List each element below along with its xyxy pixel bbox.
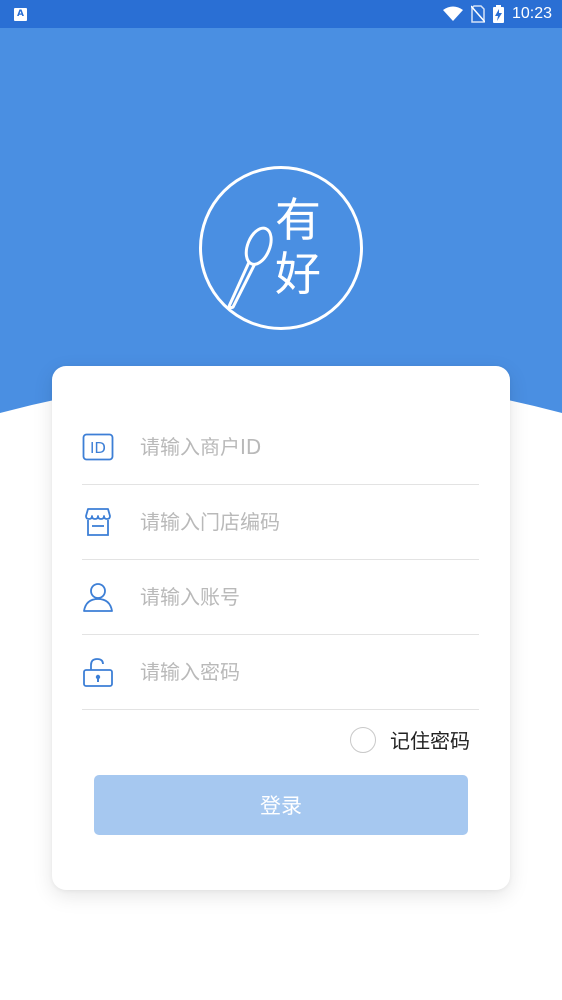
- logo-char-1: 有: [275, 193, 321, 247]
- merchant-id-input[interactable]: [140, 435, 460, 459]
- password-input[interactable]: [140, 660, 460, 684]
- wifi-icon: [442, 6, 463, 21]
- user-icon: [82, 581, 114, 613]
- remember-password[interactable]: 记住密码: [350, 725, 470, 754]
- password-field: [82, 635, 479, 710]
- lock-icon: [82, 656, 114, 688]
- account-input[interactable]: [140, 585, 460, 609]
- remember-password-checkbox[interactable]: [350, 726, 376, 753]
- svg-text:ID: ID: [90, 439, 106, 457]
- merchant-id-field: ID: [82, 410, 479, 485]
- spoon-icon: [227, 226, 273, 310]
- no-sim-icon: [470, 5, 485, 23]
- app-notification-icon: A: [14, 7, 27, 21]
- account-field: [82, 560, 479, 635]
- battery-charging-icon: [492, 5, 504, 23]
- store-icon: [82, 506, 114, 538]
- clock: 10:23: [511, 5, 552, 22]
- id-card-icon: ID: [82, 431, 114, 463]
- store-code-field: [82, 485, 479, 560]
- remember-password-label: 记住密码: [390, 729, 470, 753]
- logo-char-2: 好: [275, 247, 321, 301]
- login-card: ID 请输入商户ID 请输入门店编码 请输入账号 记住密码 登录: [52, 366, 510, 890]
- brand-logo: 有 好: [199, 166, 363, 330]
- login-button[interactable]: 登录: [94, 775, 468, 835]
- status-bar: A 10:23: [0, 0, 562, 28]
- store-code-input[interactable]: [140, 510, 460, 534]
